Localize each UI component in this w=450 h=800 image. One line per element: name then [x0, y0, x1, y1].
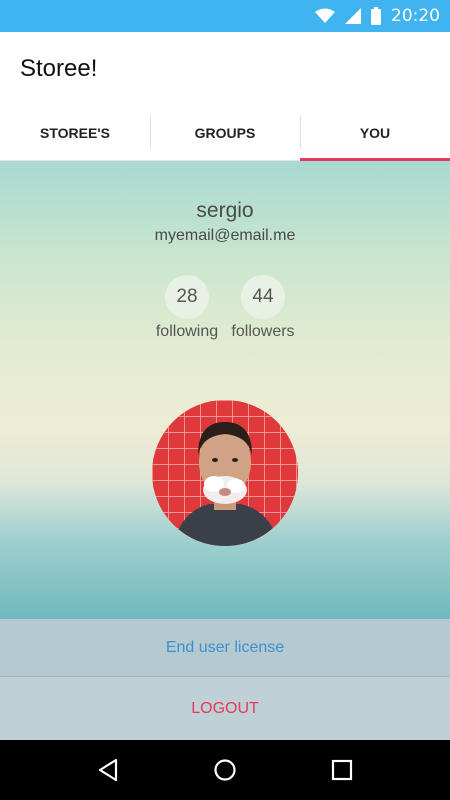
followers-label: followers [231, 323, 295, 340]
status-time: 20:20 [391, 6, 440, 26]
profile-photo [152, 400, 298, 546]
tab-you[interactable]: YOU [300, 106, 450, 161]
recents-icon[interactable] [322, 750, 362, 790]
tab-storees[interactable]: STOREE'S [0, 106, 150, 160]
logout-button[interactable]: LOGOUT [0, 677, 450, 740]
end-user-license-button[interactable]: End user license [0, 619, 450, 677]
following-count: 28 [165, 275, 209, 319]
tab-bar: STOREE'S GROUPS YOU [0, 106, 450, 161]
wifi-icon [315, 8, 335, 24]
signal-icon [345, 8, 361, 24]
navigation-bar [0, 740, 450, 800]
profile-panel: sergio myemail@email.me 28 following 44 … [0, 161, 450, 619]
app-title: Storee! [20, 55, 98, 82]
following-label: following [155, 323, 219, 340]
battery-icon [371, 7, 381, 25]
back-icon[interactable] [88, 750, 128, 790]
home-icon[interactable] [205, 750, 245, 790]
avatar[interactable] [152, 400, 298, 546]
followers-stat[interactable]: 44 followers [218, 275, 308, 341]
app-bar: Storee! [0, 32, 450, 106]
tab-groups[interactable]: GROUPS [150, 106, 300, 160]
status-bar: 20:20 [0, 0, 450, 32]
profile-email: myemail@email.me [154, 227, 296, 244]
followers-count: 44 [241, 275, 285, 319]
profile-username: sergio [196, 199, 254, 222]
